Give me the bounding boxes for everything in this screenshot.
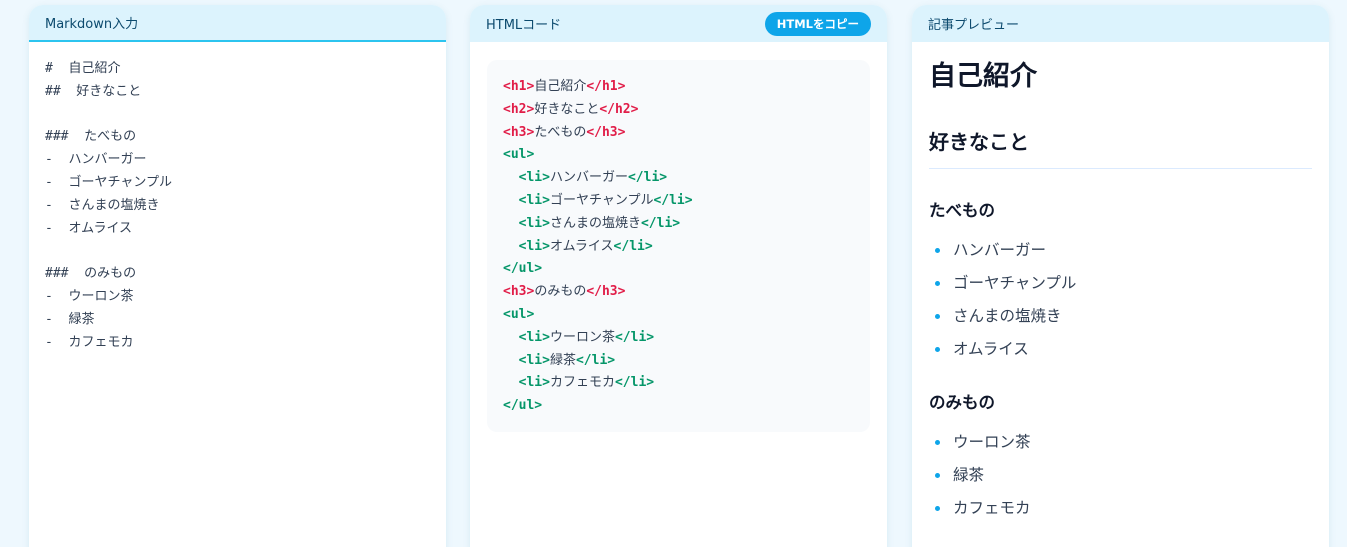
code-open-tag: <h1> xyxy=(503,79,535,94)
code-open-tag: <li> xyxy=(518,215,550,231)
code-text: さんまの塩焼き xyxy=(549,215,641,231)
markdown-line: - カフェモカ xyxy=(45,334,134,350)
code-line: </ul> xyxy=(503,258,854,281)
code-line: <li>ウーロン茶</li> xyxy=(503,327,854,350)
markdown-line xyxy=(45,240,430,263)
markdown-panel-title: Markdown入力 xyxy=(45,17,139,32)
code-open-tag: <h3> xyxy=(503,124,535,140)
markdown-line: - ゴーヤチャンプル xyxy=(45,174,172,190)
list-item: オムライス xyxy=(929,333,1312,366)
preview-h2: 好きなこと xyxy=(929,126,1312,169)
code-open-tag: <li> xyxy=(518,329,550,345)
code-text: のみもの xyxy=(534,284,587,300)
code-line: <h3>たべもの</h3> xyxy=(503,122,854,145)
code-close-tag: </li> xyxy=(640,215,681,231)
preview-h3: たべもの xyxy=(929,201,995,220)
markdown-input[interactable]: # 自己紹介 ## 好きなこと ### たべもの - ハンバーガー - ゴーヤチャンプ… xyxy=(29,42,446,370)
code-line: <ul> xyxy=(503,144,854,167)
preview-h3: のみもの xyxy=(929,393,995,412)
code-line: <li>ゴーヤチャンプル</li> xyxy=(503,190,854,213)
code-line: <h1>自己紹介</h1> xyxy=(503,76,854,99)
code-text: たべもの xyxy=(534,124,587,140)
markdown-line: ### のみもの xyxy=(45,266,137,282)
code-text: 自己紹介 xyxy=(534,79,587,94)
markdown-line: - さんまの塩焼き xyxy=(45,197,160,213)
code-open-tag: <h3> xyxy=(503,284,535,300)
html-code-panel: HTMLコード HTMLをコピー <h1>自己紹介</h1> <h2>好きなこと<… xyxy=(470,5,887,547)
list-item: ゴーヤチャンプル xyxy=(929,267,1312,300)
article-preview-body: 自己紹介 好きなこと たべものハンバーガー ゴーヤチャンプル さんまの塩焼き オムライ… xyxy=(912,42,1329,543)
preview-sections: たべものハンバーガー ゴーヤチャンプル さんまの塩焼き オムライスのみものウーロン茶緑… xyxy=(929,197,1312,525)
code-close-tag: </li> xyxy=(627,170,668,186)
code-close-tag: </li> xyxy=(614,375,655,391)
preview-h1: 自己紹介 xyxy=(929,61,1037,92)
code-line: <h3>のみもの</h3> xyxy=(503,281,854,304)
html-code-panel-header: HTMLコード HTMLをコピー xyxy=(470,5,887,42)
markdown-line xyxy=(45,104,430,127)
html-code-block: <h1>自己紹介</h1> <h2>好きなこと</h2> <h3>たべもの</h3>… xyxy=(487,60,870,432)
code-text: カフェモカ xyxy=(549,375,615,391)
code-line: </ul> xyxy=(503,395,854,418)
code-open-tag: <li> xyxy=(518,238,550,254)
code-line: <h2>好きなこと</h2> xyxy=(503,99,854,122)
code-line: <li>緑茶</li> xyxy=(503,350,854,373)
code-open-tag: <li> xyxy=(518,375,550,391)
list-item: ハンバーガー xyxy=(929,234,1312,267)
code-open-tag: <h2> xyxy=(503,101,535,117)
code-open-tag: </ul> xyxy=(503,398,543,414)
code-close-tag: </li> xyxy=(614,329,655,345)
markdown-line: - オムライス xyxy=(45,220,133,236)
code-open-tag: <li> xyxy=(518,170,550,186)
list-item: 緑茶 xyxy=(929,459,1312,492)
html-code-panel-title: HTMLコード xyxy=(486,18,562,33)
code-text: オムライス xyxy=(549,238,614,254)
markdown-panel-header: Markdown入力 xyxy=(29,5,446,42)
code-open-tag: </ul> xyxy=(503,261,543,277)
code-line: <ul> xyxy=(503,304,854,327)
code-line: <li>さんまの塩焼き</li> xyxy=(503,213,854,236)
code-text: 緑茶 xyxy=(549,352,576,368)
markdown-line: - 緑茶 xyxy=(45,311,95,327)
code-close-tag: </li> xyxy=(653,192,693,208)
code-open-tag: <ul> xyxy=(503,147,535,163)
code-close-tag: </h3> xyxy=(586,124,626,140)
code-close-tag: </li> xyxy=(575,352,616,368)
article-preview-panel-header: 記事プレビュー xyxy=(912,5,1329,42)
copy-html-button[interactable]: HTMLをコピー xyxy=(764,11,871,36)
code-close-tag: </h1> xyxy=(586,79,626,94)
list-item: さんまの塩焼き xyxy=(929,300,1312,333)
article-preview-panel: 記事プレビュー 自己紹介 好きなこと たべものハンバーガー ゴーヤチャンプル さんま… xyxy=(912,5,1329,547)
markdown-line: - ハンバーガー xyxy=(45,152,147,168)
list-item: ウーロン茶 xyxy=(929,426,1312,459)
code-open-tag: <li> xyxy=(518,192,550,208)
code-close-tag: </li> xyxy=(613,238,653,254)
code-open-tag: <li> xyxy=(518,352,550,368)
code-text: ハンバーガー xyxy=(549,170,628,186)
preview-list: ハンバーガー ゴーヤチャンプル さんまの塩焼き オムライス xyxy=(929,234,1312,366)
code-line: <li>オムライス</li> xyxy=(503,236,854,259)
code-line: <li>カフェモカ</li> xyxy=(503,372,854,395)
list-item: カフェモカ xyxy=(929,492,1312,525)
code-open-tag: <ul> xyxy=(503,306,535,322)
preview-list: ウーロン茶 緑茶 カフェモカ xyxy=(929,426,1312,525)
code-close-tag: </h2> xyxy=(599,101,639,117)
code-text: ウーロン茶 xyxy=(549,329,615,345)
code-line: <li>ハンバーガー</li> xyxy=(503,167,854,190)
markdown-line: ## 好きなこと xyxy=(45,83,142,99)
markdown-line: - ウーロン茶 xyxy=(45,288,134,304)
markdown-panel: Markdown入力 # 自己紹介 ## 好きなこと ### たべもの - ハンバー… xyxy=(29,5,446,547)
article-preview-panel-title: 記事プレビュー xyxy=(928,18,1020,33)
code-text: 好きなこと xyxy=(534,101,600,117)
markdown-line: # 自己紹介 xyxy=(45,61,121,76)
code-text: ゴーヤチャンプル xyxy=(549,192,654,208)
markdown-line: ### たべもの xyxy=(45,129,137,145)
code-close-tag: </h3> xyxy=(586,284,626,300)
